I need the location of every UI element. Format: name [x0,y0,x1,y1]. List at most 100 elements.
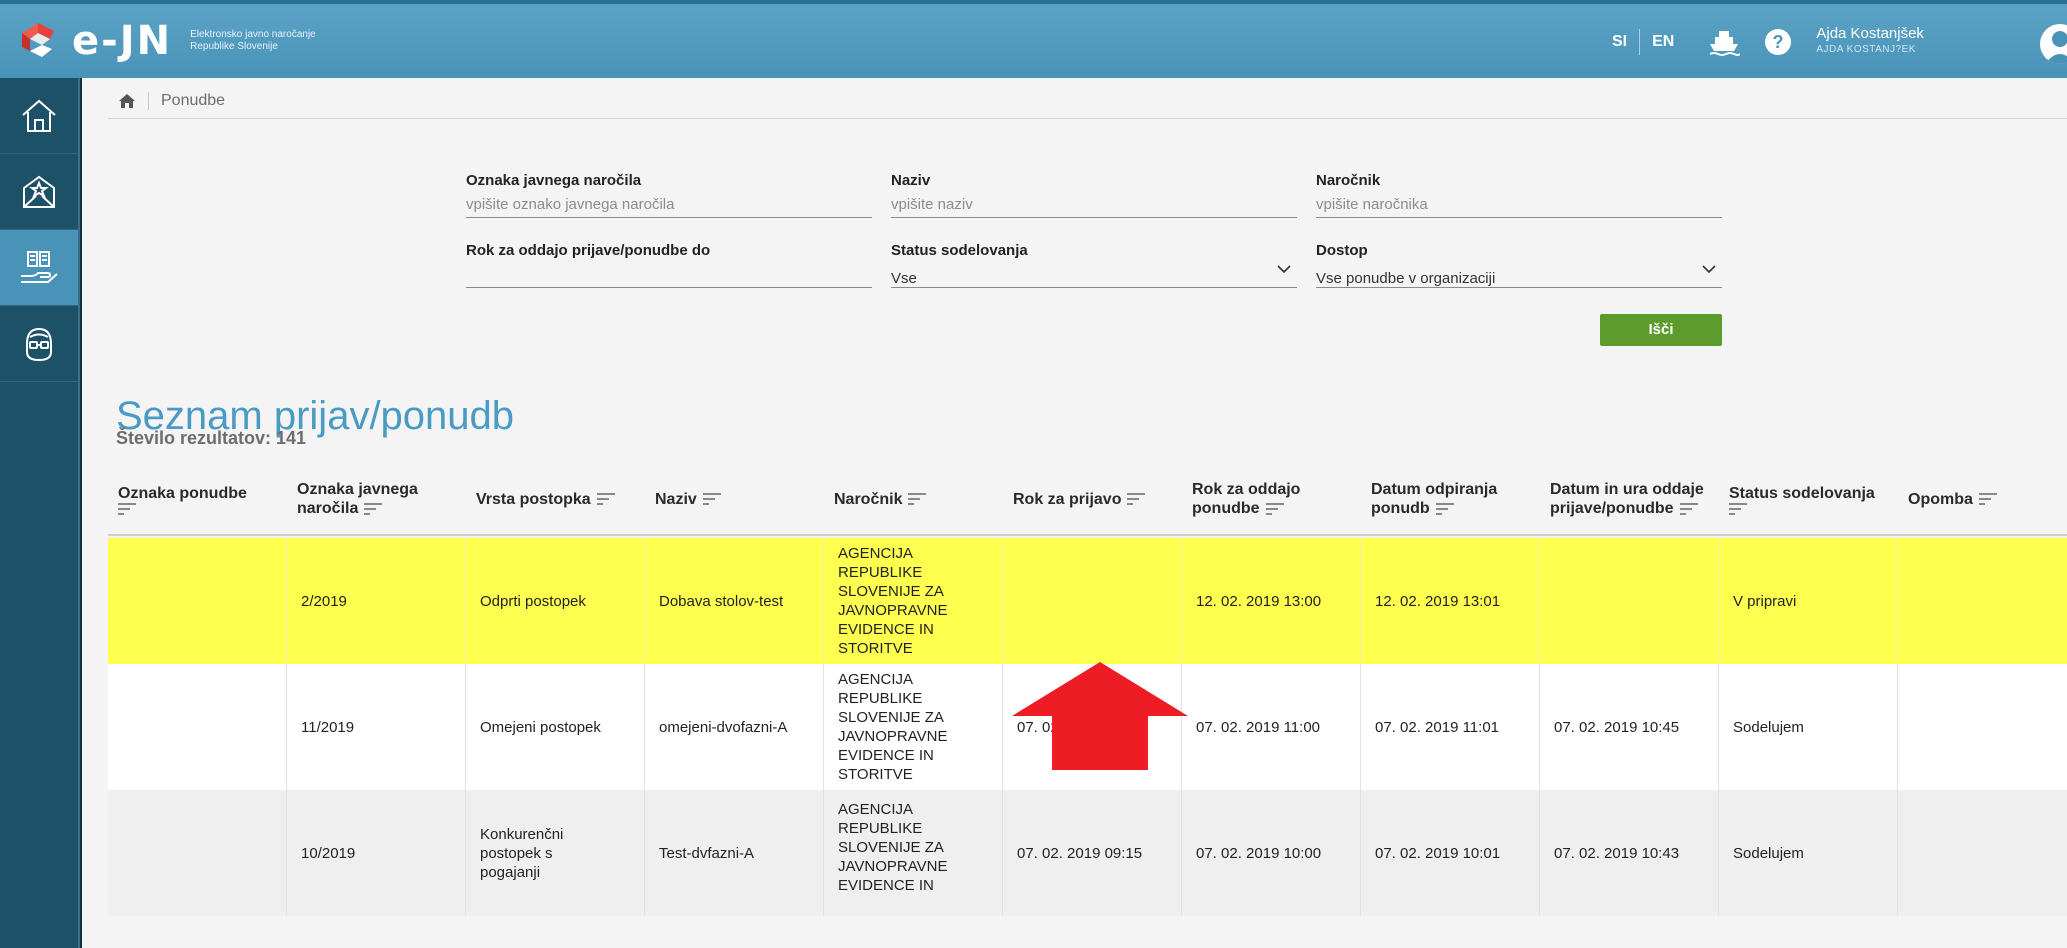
svg-text:?: ? [1773,32,1784,52]
col-narocnik[interactable]: Naročnik [824,462,1003,536]
cell-naziv[interactable]: Dobava stolov-test [645,538,824,664]
cell-datum-odpiranja: 07. 02. 2019 10:01 [1361,790,1540,916]
sidebar-item-notices[interactable] [0,154,78,230]
col-header-label: Datum odpiranja ponudb [1371,481,1498,517]
cell-opomba [1898,790,2067,916]
cell-vrsta-postopka: Konkurenčni postopek s pogajanji [466,790,645,916]
col-header-label: Rok za oddajo ponudbe [1192,481,1301,517]
cell-oznaka-narocila[interactable]: 2/2019 [287,538,466,664]
red-arrow-annotation [1012,662,1188,770]
rok-date-field[interactable] [466,260,872,288]
cell-datum-oddaje [1540,538,1719,664]
main-content: Ponudbe Oznaka javnega naročila Naziv Na… [82,78,2067,948]
ship-icon[interactable] [1708,26,1741,58]
cell-narocnik: AGENCIJA REPUBLIKE SLOVENIJE ZA JAVNOPRA… [824,664,1003,790]
sort-icon[interactable] [1127,493,1146,506]
cell-oznaka-narocila[interactable]: 10/2019 [287,790,466,916]
logo-mark-icon [22,23,54,57]
cell-opomba [1898,538,2067,664]
cell-oznaka-narocila[interactable]: 11/2019 [287,664,466,790]
envelope-star-icon [23,175,55,208]
user-info[interactable]: Ajda Kostanjšek AJDA KOSTANJ?EK [1816,26,1924,58]
cell-naziv[interactable]: Test-dvfazni-A [645,790,824,916]
cell-rok-za-prijavo: 07. 02. 2019 09:15 [1003,790,1182,916]
cell-status: Sodelujem [1719,790,1898,916]
naziv-input[interactable] [891,196,1297,213]
sidebar-item-home[interactable] [0,78,78,154]
status-select[interactable]: Vse [891,260,1297,288]
user-name: Ajda Kostanjšek [1816,25,1924,42]
col-header-label: Oznaka javnega naročila [297,481,418,517]
col-header-label: Naziv [655,490,824,509]
sort-icon[interactable] [1729,502,1747,515]
chevron-down-icon [1277,265,1291,274]
sort-icon[interactable] [702,493,721,506]
cell-vrsta-postopka: Odprti postopek [466,538,645,664]
oznaka-field[interactable] [466,190,872,218]
lang-en-link[interactable]: EN [1640,33,1686,51]
sort-icon[interactable] [1679,502,1698,515]
narocnik-label: Naročnik [1316,172,1381,189]
sort-icon[interactable] [118,502,136,515]
col-vrsta-postopka[interactable]: Vrsta postopka [466,462,645,536]
cell-rok-za-oddajo: 07. 02. 2019 11:00 [1182,664,1361,790]
cell-datum-odpiranja: 07. 02. 2019 11:01 [1361,664,1540,790]
col-datum-odpiranja[interactable]: Datum odpiranja ponudb [1361,462,1540,536]
cell-narocnik: AGENCIJA REPUBLIKE SLOVENIJE ZA JAVNOPRA… [824,538,1003,664]
cell-status: Sodelujem [1719,664,1898,790]
sort-icon[interactable] [1978,493,1997,506]
hand-documents-icon [21,250,58,283]
cell-datum-odpiranja: 12. 02. 2019 13:01 [1361,538,1540,664]
brand-subtitle: Elektronsko javno naročanje Republike Sl… [190,29,316,53]
home-icon[interactable] [118,93,136,109]
cell-rok-za-oddajo: 12. 02. 2019 13:00 [1182,538,1361,664]
dostop-select-value: Vse ponudbe v organizaciji [1316,270,1496,287]
naziv-field[interactable] [891,190,1297,218]
narocnik-input[interactable] [1316,196,1722,213]
brand-subtitle-line-2: Republike Slovenije [190,41,278,52]
sidebar [0,78,80,948]
table-row[interactable]: 10/2019 Konkurenčni postopek s pogajanji… [108,790,2067,916]
col-rok-za-oddajo[interactable]: Rok za oddajo ponudbe [1182,462,1361,536]
cell-rok-za-prijavo [1003,538,1182,664]
col-oznaka-narocila[interactable]: Oznaka javnega naročila [287,462,466,536]
results-count: Število rezultatov: 141 [116,428,307,448]
sort-icon[interactable] [596,493,615,506]
help-icon[interactable]: ? [1762,26,1794,58]
brand-name: e-JN [72,18,173,64]
table-row[interactable]: 2/2019 Odprti postopek Dobava stolov-tes… [108,538,2067,664]
sort-icon[interactable] [364,502,383,515]
cell-naziv[interactable]: omejeni-dvofazni-A [645,664,824,790]
col-naziv[interactable]: Naziv [645,462,824,536]
search-button[interactable]: Išči [1600,314,1722,346]
sort-icon[interactable] [1265,502,1284,515]
avatar[interactable] [2040,24,2067,64]
narocnik-field[interactable] [1316,190,1722,218]
dostop-label: Dostop [1316,242,1368,259]
col-opomba[interactable]: Opomba [1898,462,2067,536]
col-rok-za-prijavo[interactable]: Rok za prijavo [1003,462,1182,536]
col-datum-oddaje[interactable]: Datum in ura oddaje prijave/ponudbe [1540,462,1719,536]
brand-subtitle-line-1: Elektronsko javno naročanje [190,29,316,40]
breadcrumb-separator [148,92,149,110]
lang-si-link[interactable]: SI [1600,33,1639,51]
sidebar-item-offers[interactable] [0,230,78,306]
sidebar-item-profile[interactable] [0,306,78,382]
cell-narocnik: AGENCIJA REPUBLIKE SLOVENIJE ZA JAVNOPRA… [824,790,1003,916]
user-username: AJDA KOSTANJ?EK [1816,44,1916,55]
sort-icon[interactable] [908,493,927,506]
breadcrumb-current: Ponudbe [161,92,226,109]
col-header-label: Oznaka ponudbe [118,484,247,502]
oznaka-input[interactable] [466,196,872,213]
sort-icon[interactable] [1435,502,1454,515]
col-oznaka-ponudbe[interactable]: Oznaka ponudbe [108,462,287,536]
logo[interactable]: e-JN Elektronsko javno naročanje Republi… [16,18,316,64]
col-status[interactable]: Status sodelovanja [1719,462,1898,536]
cell-vrsta-postopka: Omejeni postopek [466,664,645,790]
dostop-select[interactable]: Vse ponudbe v organizaciji [1316,260,1722,288]
table-header: Oznaka ponudbe Oznaka javnega naročila V… [108,462,2067,536]
top-bar: e-JN Elektronsko javno naročanje Republi… [0,0,2067,78]
cell-oznaka-ponudbe [108,538,287,664]
home-icon [22,99,56,132]
col-header-label: Status sodelovanja [1729,484,1875,502]
